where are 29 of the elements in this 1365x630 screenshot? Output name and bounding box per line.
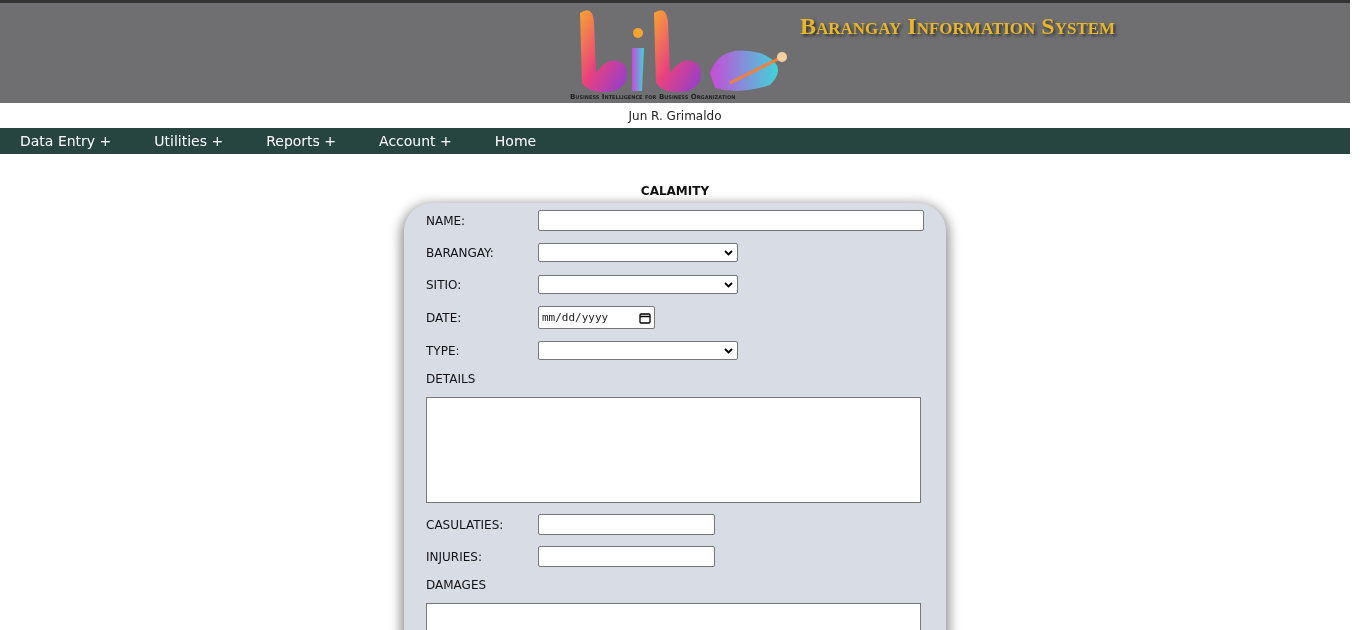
site-title: Barangay Information System	[800, 13, 1116, 40]
menu-item[interactable]: Reports +	[266, 133, 337, 149]
text-field[interactable]	[538, 546, 715, 567]
field-label: TYPE:	[426, 343, 461, 358]
menu-item[interactable]: Utilities +	[154, 133, 224, 149]
field-label: DATE:	[426, 310, 463, 325]
field-label: SITIO:	[426, 277, 463, 292]
text-field[interactable]	[537, 210, 924, 231]
field-label: INJURIES:	[426, 549, 483, 564]
menu-item[interactable]: Account +	[379, 133, 452, 149]
menu-item[interactable]: Home	[494, 133, 537, 149]
field-label: DETAILS	[426, 372, 477, 386]
field-label: CASULATIES:	[426, 517, 505, 532]
field-label: NAME:	[426, 213, 467, 228]
text-area[interactable]	[426, 397, 921, 503]
chevron-icon	[724, 249, 733, 256]
field-label: DAMAGES	[426, 578, 488, 592]
chevron-icon	[724, 347, 733, 354]
dropdown-field[interactable]	[538, 243, 738, 262]
date-field[interactable]: mm/dd/yyyy	[538, 306, 655, 329]
form-title: CALAMITY	[640, 184, 710, 198]
calendar-icon	[639, 311, 651, 324]
user-name: Jun R. Grimaldo	[628, 108, 722, 123]
menu-item[interactable]: Data Entry +	[20, 133, 112, 149]
dropdown-field[interactable]	[538, 341, 738, 360]
text-field[interactable]	[538, 514, 715, 535]
field-label: BARANGAY:	[426, 245, 495, 260]
dropdown-field[interactable]	[538, 275, 738, 294]
chevron-icon	[724, 281, 733, 288]
